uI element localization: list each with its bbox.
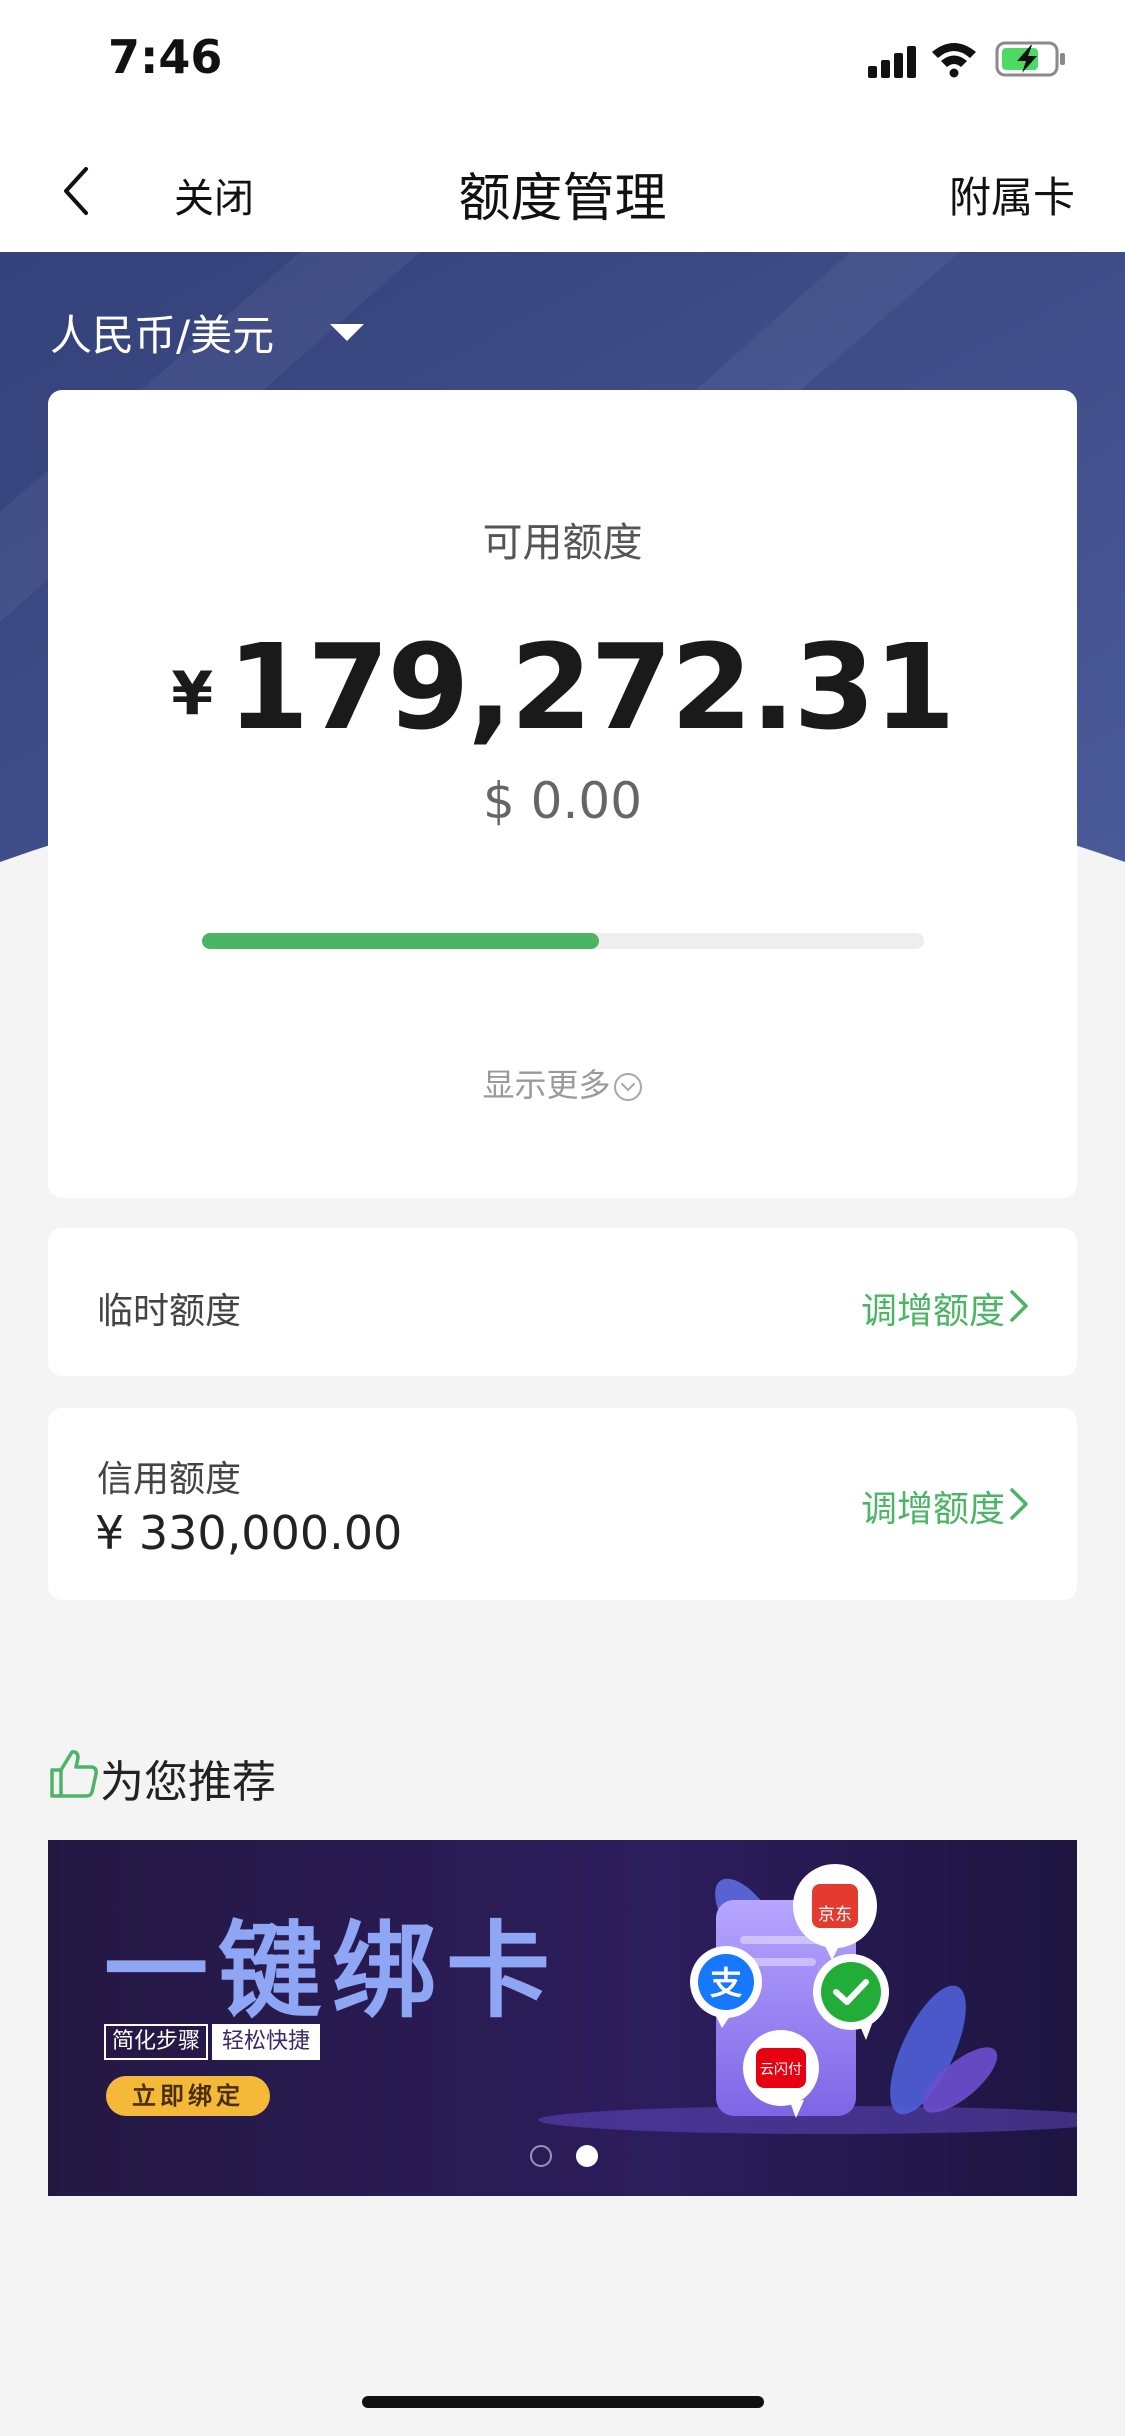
chevron-down-circle-icon: [613, 1073, 642, 1101]
limit-progress-bar: [202, 933, 924, 949]
battery-charging-icon: [995, 41, 1065, 77]
available-usd-amount: $ 0.00: [482, 772, 643, 830]
chevron-right-icon[interactable]: [1008, 1288, 1030, 1324]
alipay-icon: 支: [690, 1946, 762, 2028]
home-indicator: [362, 2396, 764, 2408]
bind-now-button[interactable]: 立即绑定: [106, 2076, 270, 2116]
carousel-dot-active[interactable]: [576, 2145, 598, 2167]
unionpay-cloud-icon: 云闪付: [743, 2030, 819, 2118]
svg-text:支: 支: [710, 1964, 742, 2002]
carousel-dot[interactable]: [530, 2145, 552, 2167]
show-more-button[interactable]: 显示更多: [48, 1060, 1077, 1106]
wifi-icon: [932, 43, 976, 78]
banner-tag-simplified-steps: 简化步骤: [104, 2024, 209, 2060]
temporary-limit-label: 临时额度: [97, 1291, 242, 1332]
available-amount-row: ¥179,272.31: [48, 618, 1077, 756]
caret-down-icon[interactable]: [330, 322, 364, 342]
status-time: 7:46: [108, 30, 223, 84]
unionpay-cloud-icon-label: 云闪付: [760, 2062, 802, 2078]
available-cny-amount: 179,272.31: [227, 618, 955, 756]
increase-temporary-limit-link[interactable]: 调增额度: [861, 1282, 1005, 1334]
credit-limit-amount: ¥ 330,000.00: [95, 1506, 403, 1560]
jd-icon: 京东: [793, 1864, 877, 1960]
credit-limit-label: 信用额度: [97, 1459, 242, 1500]
currency-selector[interactable]: 人民币/美元: [50, 302, 274, 363]
recommend-title: 为您推荐: [100, 1757, 276, 1808]
jd-icon-label: 京东: [818, 1905, 852, 1925]
thumbs-up-icon: [50, 1750, 98, 1798]
cellular-signal-icon: [868, 46, 916, 78]
increase-credit-limit-link[interactable]: 调增额度: [861, 1480, 1005, 1532]
show-more-label: 显示更多: [482, 1066, 611, 1104]
available-limit-label: 可用额度: [482, 520, 643, 566]
chevron-right-icon[interactable]: [1008, 1486, 1030, 1522]
banner-tag-quick: 轻松快捷: [212, 2024, 321, 2060]
supplementary-card-button[interactable]: 附属卡: [949, 164, 1075, 225]
limit-progress-fill: [202, 933, 600, 949]
banner-title: 一键绑卡: [104, 1910, 561, 2032]
cny-symbol: ¥: [171, 659, 214, 729]
